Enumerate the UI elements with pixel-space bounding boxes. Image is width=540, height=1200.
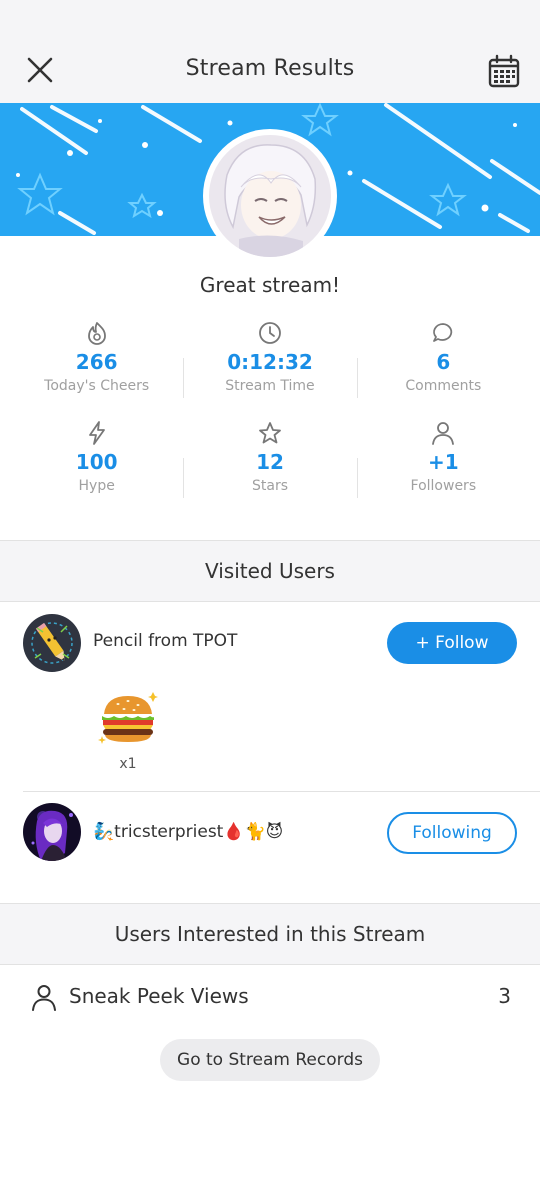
stat-followers: +1 Followers (356, 418, 530, 518)
stat-stream-time: 0:12:32 Stream Time (183, 318, 356, 418)
visited-users-header: Visited Users (0, 540, 540, 602)
sneak-peek-label: Sneak Peek Views (69, 984, 249, 1008)
visited-user-row: Pencil from TPOT + Follow x1 (0, 602, 540, 792)
interested-users-header: Users Interested in this Stream (0, 903, 540, 965)
stat-cheers: 266 Today's Cheers (10, 318, 183, 418)
sneak-peek-row[interactable]: Sneak Peek Views 3 (0, 975, 540, 1019)
stat-comments: 6 Comments (356, 318, 530, 418)
stat-label: Stream Time (225, 378, 315, 394)
cheers-icon (87, 322, 106, 345)
follow-button[interactable]: + Follow (387, 622, 517, 664)
stat-value: 266 (75, 350, 118, 374)
stat-label: Hype (78, 478, 115, 494)
stat-label: Comments (405, 378, 482, 394)
stat-hype: 100 Hype (10, 418, 183, 518)
stat-label: Followers (410, 478, 477, 494)
stat-stars: 12 Stars (183, 418, 356, 518)
star-icon (259, 422, 281, 444)
stat-value: 100 (75, 450, 118, 474)
stat-value: 0:12:32 (227, 350, 313, 374)
following-button[interactable]: Following (387, 812, 517, 854)
stat-label: Today's Cheers (44, 378, 150, 394)
gift-count: x1 (119, 756, 137, 772)
avatar[interactable] (23, 614, 81, 672)
calendar-icon[interactable] (486, 53, 522, 89)
stats-grid: 266 Today's Cheers 0:12:32 Stream Time 6… (10, 318, 530, 518)
comment-icon (433, 323, 453, 342)
stat-label: Stars (251, 478, 288, 494)
sneak-peek-count: 3 (498, 984, 511, 1008)
avatar[interactable] (23, 803, 81, 861)
page-title: Stream Results (185, 56, 355, 81)
stat-value: 6 (436, 350, 451, 374)
stat-value: +1 (427, 450, 459, 474)
user-name: Pencil from TPOT (93, 631, 238, 651)
person-icon (432, 422, 455, 445)
user-name: 🧞tricsterpriest🩸🐈😈 (93, 822, 284, 842)
top-bar: Stream Results (0, 0, 540, 103)
stream-records-button[interactable]: Go to Stream Records (160, 1039, 380, 1081)
visited-user-row: 🧞tricsterpriest🩸🐈😈 Following (0, 792, 540, 902)
person-icon (32, 985, 56, 1011)
burger-gift-icon (98, 692, 158, 744)
clock-icon (259, 322, 281, 344)
host-avatar (203, 129, 337, 263)
lightning-icon (88, 421, 105, 445)
stat-value: 12 (256, 450, 284, 474)
stream-headline: Great stream! (199, 273, 341, 297)
